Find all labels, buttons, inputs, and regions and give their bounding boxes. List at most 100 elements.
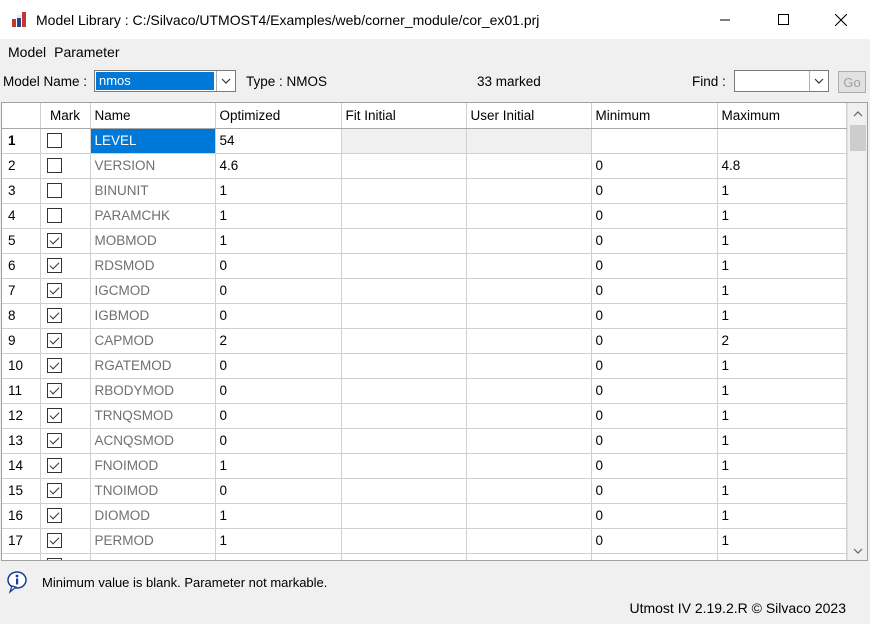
close-button[interactable] <box>812 0 870 39</box>
minimum-cell[interactable]: 0 <box>591 378 718 404</box>
table-row[interactable]: 17 PERMOD 1 0 1 <box>2 528 847 554</box>
row-number[interactable]: 12 <box>2 403 41 429</box>
user-initial-cell[interactable] <box>466 228 592 254</box>
column-header-minimum[interactable]: Minimum <box>591 103 718 129</box>
mark-checkbox[interactable] <box>46 133 62 149</box>
minimum-cell[interactable]: 0 <box>591 203 718 229</box>
name-cell[interactable]: IGBMOD <box>90 303 216 329</box>
fit-initial-cell[interactable] <box>341 128 467 154</box>
name-cell[interactable]: TNOIMOD <box>90 478 216 504</box>
maximum-cell[interactable]: 1 <box>717 203 847 229</box>
maximum-cell[interactable]: 1 <box>717 428 847 454</box>
minimum-cell[interactable]: 0 <box>591 453 718 479</box>
menu-parameter[interactable]: Parameter <box>50 44 123 60</box>
table-row[interactable]: 1 LEVEL 54 <box>2 128 847 154</box>
find-select[interactable] <box>734 70 829 92</box>
name-cell[interactable]: GEOMOD <box>90 553 216 560</box>
minimum-cell[interactable] <box>591 128 718 154</box>
minimum-cell[interactable]: 0 <box>591 328 718 354</box>
mark-cell[interactable] <box>40 228 91 254</box>
fit-initial-cell[interactable] <box>341 428 467 454</box>
mark-cell[interactable] <box>40 153 91 179</box>
minimize-button[interactable] <box>696 0 754 39</box>
fit-initial-cell[interactable] <box>341 553 467 560</box>
user-initial-cell[interactable] <box>466 353 592 379</box>
mark-checkbox[interactable] <box>46 208 62 224</box>
fit-initial-cell[interactable] <box>341 253 467 279</box>
optimized-cell[interactable]: 0 <box>215 253 342 279</box>
minimum-cell[interactable]: 0 <box>591 303 718 329</box>
row-number[interactable]: 9 <box>2 328 41 354</box>
table-row[interactable]: 7 IGCMOD 0 0 1 <box>2 278 847 304</box>
user-initial-cell[interactable] <box>466 478 592 504</box>
mark-checkbox[interactable] <box>46 283 62 299</box>
user-initial-cell[interactable] <box>466 428 592 454</box>
optimized-cell[interactable]: 1 <box>215 228 342 254</box>
mark-checkbox[interactable] <box>46 383 62 399</box>
fit-initial-cell[interactable] <box>341 403 467 429</box>
row-number[interactable]: 18 <box>2 553 41 560</box>
maximum-cell[interactable]: 1 <box>717 253 847 279</box>
fit-initial-cell[interactable] <box>341 153 467 179</box>
row-number[interactable]: 17 <box>2 528 41 554</box>
optimized-cell[interactable]: 1 <box>215 528 342 554</box>
name-cell[interactable]: MOBMOD <box>90 228 216 254</box>
column-header-maximum[interactable]: Maximum <box>717 103 847 129</box>
mark-checkbox[interactable] <box>46 558 62 560</box>
fit-initial-cell[interactable] <box>341 378 467 404</box>
name-cell[interactable]: DIOMOD <box>90 503 216 529</box>
fit-initial-cell[interactable] <box>341 228 467 254</box>
fit-initial-cell[interactable] <box>341 453 467 479</box>
model-name-select[interactable]: nmos <box>94 70 236 92</box>
optimized-cell[interactable]: 0 <box>215 378 342 404</box>
fit-initial-cell[interactable] <box>341 353 467 379</box>
table-row[interactable]: 15 TNOIMOD 0 0 1 <box>2 478 847 504</box>
name-cell[interactable]: RBODYMOD <box>90 378 216 404</box>
fit-initial-cell[interactable] <box>341 503 467 529</box>
minimum-cell[interactable]: 0 <box>591 403 718 429</box>
table-row[interactable]: 4 PARAMCHK 1 0 1 <box>2 203 847 229</box>
row-number[interactable]: 13 <box>2 428 41 454</box>
mark-checkbox[interactable] <box>46 183 62 199</box>
column-header-mark[interactable]: Mark <box>40 103 91 129</box>
row-number[interactable]: 7 <box>2 278 41 304</box>
name-cell[interactable]: FNOIMOD <box>90 453 216 479</box>
table-row[interactable]: 9 CAPMOD 2 0 2 <box>2 328 847 354</box>
row-number[interactable]: 8 <box>2 303 41 329</box>
mark-checkbox[interactable] <box>46 408 62 424</box>
maximize-button[interactable] <box>754 0 812 39</box>
mark-cell[interactable] <box>40 328 91 354</box>
optimized-cell[interactable]: 1 <box>215 178 342 204</box>
table-row[interactable]: 2 VERSION 4.6 0 4.8 <box>2 153 847 179</box>
maximum-cell[interactable]: 1 <box>717 378 847 404</box>
name-cell[interactable]: ACNQSMOD <box>90 428 216 454</box>
column-header-rownum[interactable] <box>2 103 41 129</box>
maximum-cell[interactable]: 1 <box>717 453 847 479</box>
row-number[interactable]: 16 <box>2 503 41 529</box>
minimum-cell[interactable]: 0 <box>591 278 718 304</box>
table-row[interactable]: 10 RGATEMOD 0 0 1 <box>2 353 847 379</box>
minimum-cell[interactable]: 0 <box>591 428 718 454</box>
mark-checkbox[interactable] <box>46 258 62 274</box>
column-header-name[interactable]: Name <box>90 103 216 129</box>
minimum-cell[interactable]: 0 <box>591 253 718 279</box>
mark-cell[interactable] <box>40 378 91 404</box>
row-number[interactable]: 11 <box>2 378 41 404</box>
mark-cell[interactable] <box>40 178 91 204</box>
minimum-cell[interactable]: 0 <box>591 178 718 204</box>
menu-model[interactable]: Model <box>4 44 50 60</box>
column-header-user-initial[interactable]: User Initial <box>466 103 592 129</box>
table-row[interactable]: 13 ACNQSMOD 0 0 1 <box>2 428 847 454</box>
optimized-cell[interactable]: 1 <box>215 503 342 529</box>
name-cell[interactable]: VERSION <box>90 153 216 179</box>
fit-initial-cell[interactable] <box>341 178 467 204</box>
mark-checkbox[interactable] <box>46 483 62 499</box>
mark-cell[interactable] <box>40 478 91 504</box>
optimized-cell[interactable]: 4.6 <box>215 153 342 179</box>
mark-cell[interactable] <box>40 428 91 454</box>
mark-cell[interactable] <box>40 403 91 429</box>
fit-initial-cell[interactable] <box>341 528 467 554</box>
fit-initial-cell[interactable] <box>341 203 467 229</box>
scroll-up-icon[interactable] <box>848 105 867 123</box>
row-number[interactable]: 2 <box>2 153 41 179</box>
